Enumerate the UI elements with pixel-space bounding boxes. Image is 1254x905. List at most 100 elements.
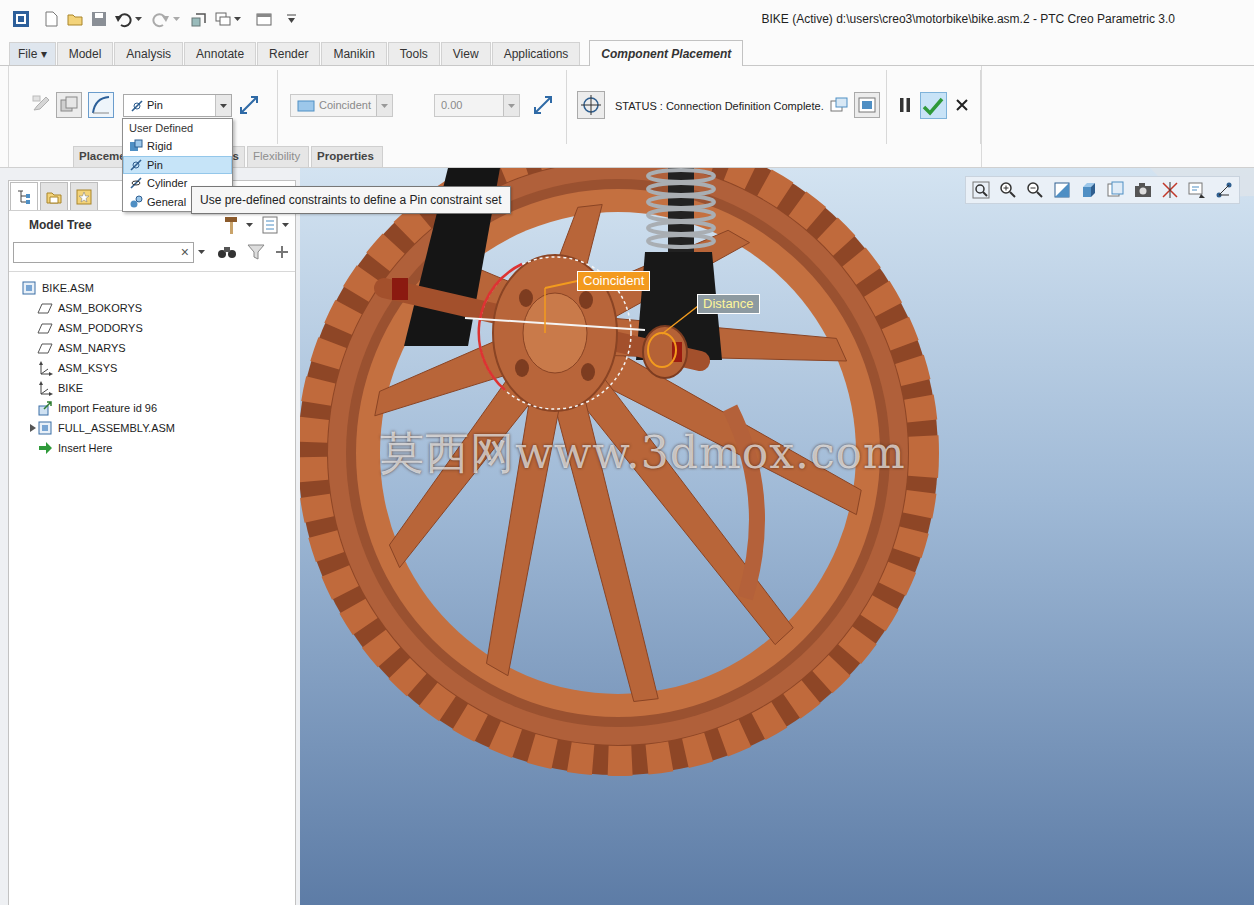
close-window-icon[interactable] (255, 10, 273, 28)
model-tree-title: Model Tree (29, 216, 92, 234)
constraint-label[interactable]: Distance (697, 294, 760, 314)
add-column-plus-icon[interactable] (275, 245, 289, 259)
save-icon[interactable] (90, 10, 108, 28)
graphics-window[interactable]: CoincidentDistance莫西网www.3dmox.com (300, 168, 1254, 905)
annotation-display-icon[interactable] (1186, 179, 1208, 201)
cylinder-joint-icon (129, 176, 143, 190)
clear-search-button[interactable]: × (177, 245, 193, 259)
ribbon-tab[interactable]: Analysis (114, 42, 183, 65)
constraint-type-dropdown[interactable]: Coincident (290, 94, 393, 117)
separate-window-icon[interactable] (828, 92, 850, 118)
curve-icon[interactable] (88, 92, 114, 118)
windows-icon[interactable] (214, 10, 232, 28)
ribbon-tab[interactable]: Tools (388, 42, 440, 65)
show-list-icon[interactable] (261, 216, 279, 234)
redo-caret-icon[interactable] (173, 17, 180, 21)
refit-icon[interactable] (970, 179, 992, 201)
pause-icon[interactable] (896, 92, 914, 118)
zoom-out-icon[interactable] (1024, 179, 1046, 201)
regenerate-icon[interactable] (190, 10, 208, 28)
separator (980, 70, 981, 144)
assembly-window-icon[interactable] (854, 92, 880, 118)
view-manager-icon[interactable] (1132, 179, 1154, 201)
flip-constraint-icon[interactable] (531, 92, 555, 118)
customize-caret-icon[interactable] (287, 14, 296, 24)
csys-icon (37, 360, 53, 376)
dropdown-caret-icon[interactable] (246, 223, 253, 227)
user-defined-icon[interactable] (31, 92, 51, 114)
tree-item[interactable]: Insert Here (9, 438, 295, 458)
ribbon-tab[interactable]: File ▾ (9, 42, 56, 65)
bike-wheel-model[interactable] (300, 168, 1254, 905)
tree-icon (15, 188, 33, 206)
ribbon-tab[interactable]: View (441, 42, 491, 65)
constraint-label[interactable]: Coincident (577, 271, 650, 291)
ribbon-tab[interactable]: Model (57, 42, 114, 65)
navigator-tab[interactable] (10, 182, 38, 210)
model-tree: BIKE.ASMASM_BOKORYS ASM_PODORYSASM_NARYSA… (9, 271, 295, 458)
plane-icon (37, 340, 53, 356)
navigator-tab[interactable] (40, 182, 68, 210)
tree-item[interactable]: ASM_NARYS (9, 338, 295, 358)
tree-item[interactable]: ASM_PODORYS (9, 318, 295, 338)
windows-caret-icon[interactable] (234, 17, 241, 21)
open-folder-icon[interactable] (66, 10, 84, 28)
offset-field[interactable]: 0.00 (434, 94, 520, 117)
app-icon[interactable] (12, 10, 30, 28)
pin-joint-icon (129, 158, 143, 172)
tree-item[interactable]: Import Feature id 96 (9, 398, 295, 418)
placement-subtab[interactable]: Properties (311, 146, 383, 167)
flip-icon[interactable] (237, 92, 261, 118)
expand-arrow-icon[interactable] (27, 424, 37, 432)
menu-item-label: Rigid (147, 138, 172, 155)
cancel-x-icon[interactable] (953, 92, 971, 118)
new-file-icon[interactable] (42, 10, 60, 28)
tree-item[interactable]: BIKE.ASM (9, 278, 295, 298)
redo-icon[interactable] (152, 10, 170, 28)
ok-check-icon[interactable] (920, 92, 947, 119)
favorites-icon (75, 188, 93, 206)
datum-display-icon[interactable] (1159, 179, 1181, 201)
menu-item[interactable]: Pin (123, 156, 232, 175)
settings-hammer-icon[interactable] (221, 215, 243, 235)
menu-header: User Defined (123, 119, 232, 137)
ribbon-tab[interactable]: Annotate (184, 42, 256, 65)
tree-item[interactable]: BIKE (9, 378, 295, 398)
menu-item[interactable]: Rigid (123, 137, 232, 156)
undo-caret-icon[interactable] (135, 17, 142, 21)
tree-item[interactable]: ASM_BOKORYS (9, 298, 295, 318)
tree-item[interactable]: FULL_ASSEMBLY.ASM (9, 418, 295, 438)
search-caret-icon[interactable] (198, 250, 205, 254)
separator (566, 70, 567, 144)
csys-icon (37, 380, 53, 396)
filter-funnel-icon[interactable] (247, 244, 265, 260)
repaint-icon[interactable] (1051, 179, 1073, 201)
model-tree-panel: Model Tree × BIKE.ASMASM_BOKORYS ASM_PODO… (8, 180, 296, 905)
search-field[interactable]: × (13, 242, 194, 263)
undo-icon[interactable] (114, 10, 132, 28)
ribbon-tab[interactable]: Render (257, 42, 320, 65)
tree-item-label: ASM_PODORYS (58, 320, 143, 337)
separator (277, 70, 278, 144)
import-icon (37, 400, 53, 416)
dropdown-caret-icon[interactable] (282, 223, 289, 227)
ribbon-tabs: File ▾ModelAnalysisAnnotateRenderManikin… (0, 38, 1254, 66)
saved-views-icon[interactable] (1105, 179, 1127, 201)
spin-center-icon[interactable] (1213, 179, 1235, 201)
ribbon-tab[interactable]: Component Placement (589, 40, 743, 66)
ribbon-tab[interactable]: Applications (492, 42, 581, 65)
ribbon-tab[interactable]: Manikin (321, 42, 386, 65)
search-input[interactable] (14, 243, 177, 262)
quick-access-toolbar (12, 10, 296, 28)
tree-item[interactable]: ASM_KSYS (9, 358, 295, 378)
zoom-in-icon[interactable] (997, 179, 1019, 201)
connection-type-dropdown[interactable]: Pin (123, 94, 232, 117)
window-title: BIKE (Active) d:\users\creo3\motorbike\b… (296, 10, 1254, 28)
component-window-icon[interactable] (56, 92, 82, 118)
display-style-icon[interactable] (1078, 179, 1100, 201)
move-crosshair-icon[interactable] (577, 91, 605, 119)
placement-subtab: Flexibility (247, 146, 309, 167)
insert-icon (37, 440, 53, 456)
binoculars-icon[interactable] (217, 244, 237, 260)
navigator-tab[interactable] (70, 182, 98, 210)
